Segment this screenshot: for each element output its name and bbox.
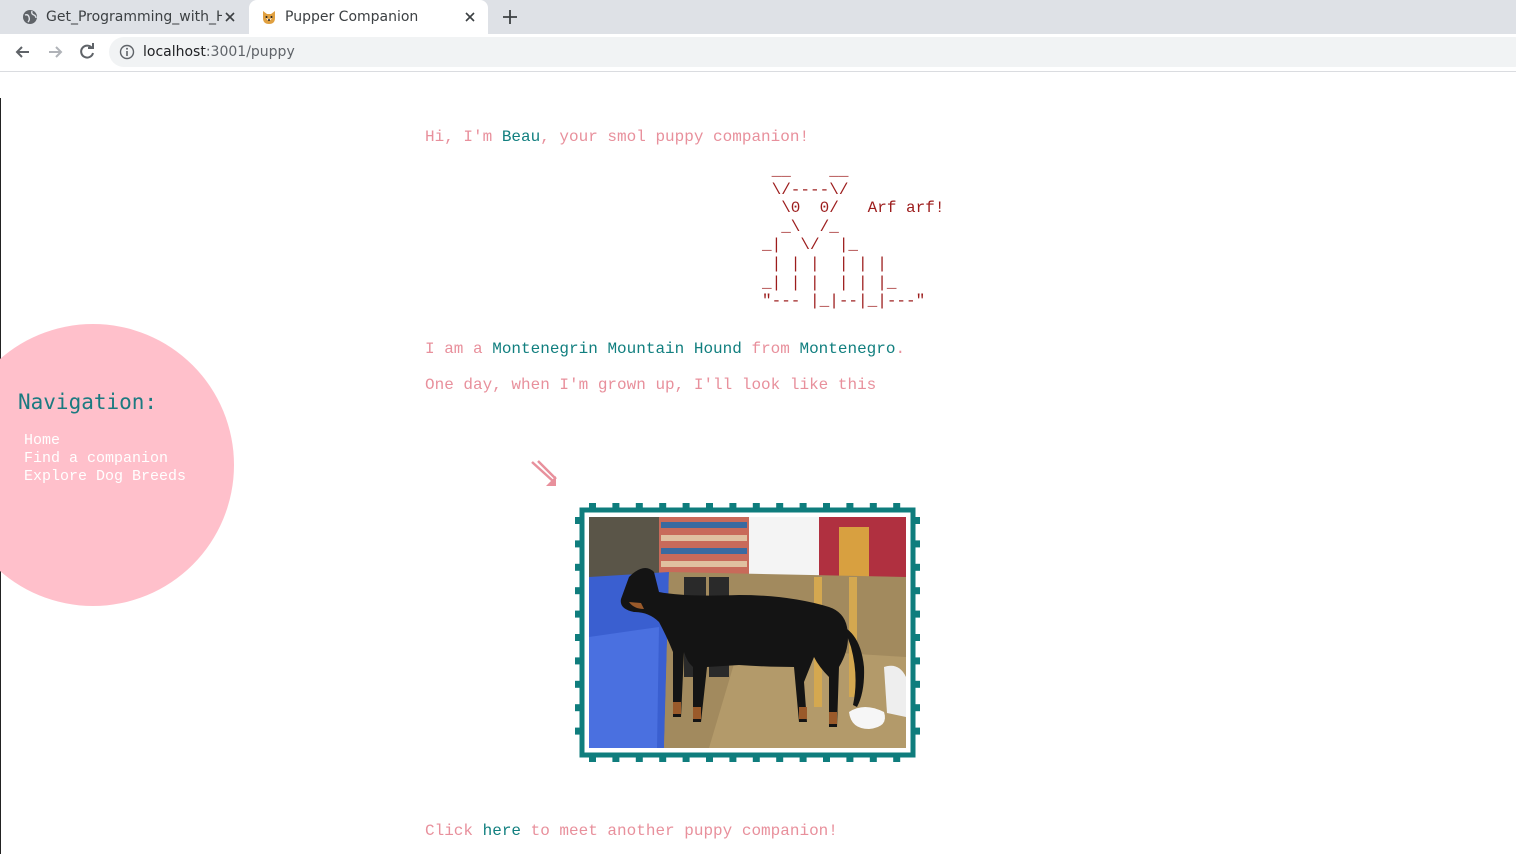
ascii-dog-art: __ __ \/----\/ \0 0/ Arf arf! _\ /_ _| \… [762, 162, 945, 311]
dog-face-icon [263, 11, 275, 24]
url-host: localhost [143, 44, 206, 60]
close-tab-icon[interactable] [222, 9, 238, 25]
browser-tab-pupper-companion[interactable]: Pupper Companion [249, 0, 488, 34]
breed-suffix: . [895, 340, 906, 358]
browser-toolbar: localhost:3001/puppy [0, 34, 1516, 72]
grown-up-line: One day, when I'm grown up, I'll look li… [425, 376, 877, 394]
greeting-suffix: , your smol puppy companion! [540, 128, 810, 146]
greeting-line: Hi, I'm Beau, your smol puppy companion! [425, 128, 809, 146]
address-bar[interactable]: localhost:3001/puppy [109, 37, 1516, 67]
pink-diagonal-arrow-icon [531, 460, 557, 486]
forward-arrow-icon[interactable] [45, 42, 65, 62]
footer-line: Click here to meet another puppy compani… [425, 822, 838, 840]
browser-tab-strip: Get_Programming_with_Haskell Pupper Comp… [0, 0, 1516, 34]
url-text: localhost:3001/puppy [143, 44, 295, 60]
navigation-links: Home Find a companion Explore Dog Breeds [24, 432, 186, 486]
globe-icon [23, 10, 37, 24]
tab-label: Get_Programming_with_Haskell [46, 9, 222, 25]
navigation-title: Navigation: [18, 390, 158, 414]
reload-icon[interactable] [77, 42, 97, 62]
footer-prefix: Click [425, 822, 483, 840]
breed-middle: from [741, 340, 800, 358]
greeting-prefix: Hi, I'm [425, 128, 502, 146]
browser-tab-get-programming[interactable]: Get_Programming_with_Haskell [8, 0, 248, 34]
nav-link-find-companion[interactable]: Find a companion [24, 450, 186, 468]
nav-link-explore-breeds[interactable]: Explore Dog Breeds [24, 468, 186, 486]
info-icon[interactable] [119, 44, 135, 60]
close-tab-icon[interactable] [462, 9, 478, 25]
nav-link-home[interactable]: Home [24, 432, 186, 450]
tab-label: Pupper Companion [285, 9, 419, 25]
breed-origin: Montenegro [799, 340, 896, 358]
breed-name: Montenegrin Mountain Hound [492, 340, 742, 358]
back-arrow-icon[interactable] [13, 42, 33, 62]
breed-line: I am a Montenegrin Mountain Hound from M… [425, 340, 905, 358]
new-tab-icon[interactable] [500, 7, 520, 27]
breed-prefix: I am a [425, 340, 493, 358]
meet-another-link[interactable]: here [483, 822, 521, 840]
puppy-name: Beau [501, 128, 541, 146]
url-path: :3001/puppy [205, 44, 295, 60]
grown-dog-photo [589, 517, 906, 748]
footer-suffix: to meet another puppy companion! [521, 822, 838, 840]
